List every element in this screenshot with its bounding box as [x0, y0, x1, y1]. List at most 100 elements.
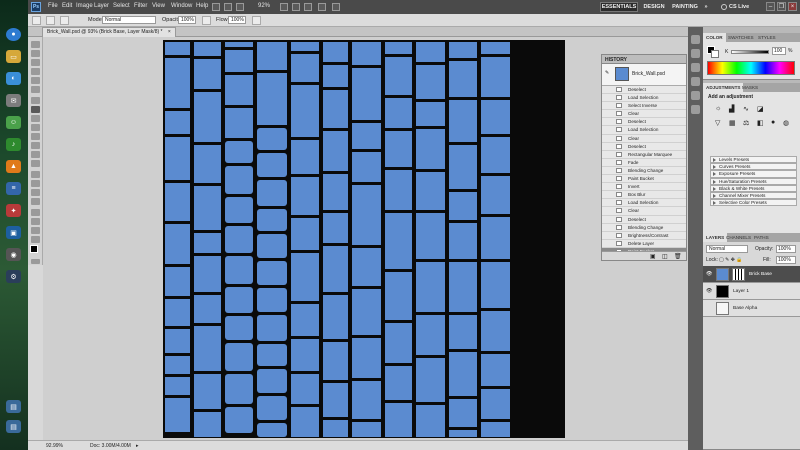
adjustment-preset-item[interactable]: Exposure Presets	[710, 170, 797, 178]
minimize-button[interactable]: –	[766, 2, 775, 11]
layer-visibility-eye-icon[interactable]: 👁	[706, 271, 712, 277]
chat-icon[interactable]: ☺	[6, 116, 21, 129]
adjustment-preset-item[interactable]: Curves Presets	[710, 163, 797, 171]
curves-icon[interactable]: ∿	[743, 105, 749, 113]
history-state[interactable]: Blending Change	[602, 167, 686, 176]
hue-saturation-icon[interactable]: ▦	[729, 119, 736, 127]
camera-icon[interactable]: ◉	[6, 248, 21, 261]
3d-orbit-tool-icon[interactable]	[31, 218, 40, 225]
quick-selection-tool-icon[interactable]	[31, 68, 40, 75]
history-state[interactable]: Paint Bucket	[602, 175, 686, 184]
screen-mode-icon[interactable]	[332, 3, 340, 11]
history-snapshot[interactable]: ✎ Brick_Wall.psd	[602, 64, 686, 86]
tray-icon[interactable]: ▤	[6, 420, 21, 433]
brick-wall-canvas[interactable]	[163, 40, 565, 438]
history-state[interactable]: Rectangular Marquee	[602, 151, 686, 159]
history-state[interactable]: Blending Change	[602, 224, 686, 232]
start-orb-icon[interactable]: ●	[6, 28, 21, 41]
delete-state-icon[interactable]: 🗑	[674, 253, 682, 260]
rotate-view-icon[interactable]	[304, 3, 312, 11]
photo-filter-icon[interactable]: ●	[771, 119, 775, 126]
history-state[interactable]: Deselect	[602, 143, 686, 151]
color-spectrum-ramp[interactable]	[707, 61, 795, 75]
status-zoom[interactable]: 92.99%	[46, 443, 63, 449]
media-player-icon[interactable]: ▲	[6, 160, 21, 173]
history-state[interactable]: Brightness/Contrast	[602, 232, 686, 240]
quick-mask-icon[interactable]	[31, 259, 40, 264]
flow-input[interactable]: 100%	[228, 16, 246, 24]
history-panel-icon[interactable]	[691, 35, 700, 44]
paragraph-panel-icon[interactable]	[691, 105, 700, 114]
adjustment-preset-item[interactable]: Hue/Saturation Presets	[710, 177, 797, 185]
mode-select[interactable]: Normal	[102, 16, 156, 24]
adjustment-preset-item[interactable]: Channel Mixer Presets	[710, 191, 797, 200]
color-balance-icon[interactable]: ⚖	[743, 119, 749, 127]
new-document-from-state-icon[interactable]: ▣	[650, 253, 656, 260]
navigator-panel-icon[interactable]	[691, 77, 700, 86]
k-channel-input[interactable]: 100	[772, 47, 786, 55]
layer-mask-thumbnail[interactable]	[732, 268, 745, 281]
color-background-swatch[interactable]	[711, 50, 719, 58]
history-state[interactable]: Select Inverse	[602, 102, 686, 111]
history-state[interactable]: Clear	[602, 207, 686, 216]
layer-row-base-alpha[interactable]: Base Alpha	[703, 300, 800, 317]
eraser-tool-icon[interactable]	[31, 133, 40, 140]
new-snapshot-icon[interactable]: ◫	[662, 253, 668, 260]
workspace-painting-button[interactable]: PAINTING	[670, 2, 700, 12]
game-icon[interactable]: ✦	[6, 204, 21, 217]
brush-panel-icon[interactable]	[60, 16, 69, 25]
history-state[interactable]: Deselect	[602, 118, 686, 127]
type-tool-icon[interactable]	[31, 180, 40, 187]
crop-tool-icon[interactable]	[31, 77, 40, 84]
eyedropper-tool-icon[interactable]	[31, 86, 40, 93]
marquee-tool-icon[interactable]	[31, 50, 40, 57]
menu-image[interactable]: Image	[76, 3, 93, 9]
foreground-color-swatch[interactable]	[30, 245, 38, 253]
close-tab-icon[interactable]: ×	[168, 29, 171, 35]
menu-select[interactable]: Select	[113, 3, 130, 9]
tab-color[interactable]: COLOR	[703, 33, 726, 42]
history-state[interactable]: Load Selection	[602, 126, 686, 135]
info-panel-icon[interactable]	[691, 63, 700, 72]
character-panel-icon[interactable]	[691, 91, 700, 100]
layer-row-brick-base[interactable]: 👁 Brick Base	[703, 266, 800, 283]
brush-tool-icon[interactable]	[31, 106, 40, 113]
adjustment-preset-item[interactable]: Levels Presets	[710, 156, 797, 164]
menu-view[interactable]: View	[152, 3, 165, 9]
close-button[interactable]: ×	[788, 2, 797, 11]
history-state[interactable]: Clear	[602, 135, 686, 143]
history-state[interactable]: Load Selection	[602, 94, 686, 103]
cs-live-button[interactable]: CS Live	[721, 2, 755, 12]
guides-icon[interactable]	[236, 3, 244, 11]
browser-icon[interactable]: ◐	[6, 72, 21, 85]
hand-icon[interactable]	[280, 3, 288, 11]
move-tool-icon[interactable]	[31, 41, 40, 48]
history-brush-source-icon[interactable]: ✎	[605, 70, 609, 76]
tab-channels[interactable]: CHANNELS	[723, 233, 754, 242]
zoom-tool-icon[interactable]	[31, 236, 40, 243]
exposure-icon[interactable]: ◪	[757, 105, 764, 113]
clone-stamp-tool-icon[interactable]	[31, 115, 40, 122]
workspace-design-button[interactable]: DESIGN	[642, 2, 666, 12]
tray-icon[interactable]: ▤	[6, 400, 21, 413]
blur-tool-icon[interactable]	[31, 151, 40, 158]
layer-blend-mode-select[interactable]: Normal	[706, 245, 748, 253]
history-state[interactable]: Invert	[602, 183, 686, 192]
hand-tool-icon[interactable]	[31, 227, 40, 234]
arrange-documents-icon[interactable]	[318, 3, 326, 11]
tab-paths[interactable]: PATHS	[751, 233, 772, 242]
adjustment-preset-item[interactable]: Black & White Presets	[710, 184, 797, 192]
document-icon[interactable]: ≡	[6, 182, 21, 195]
mini-bridge-icon[interactable]	[224, 3, 232, 11]
history-state[interactable]: Deselect	[602, 216, 686, 224]
dodge-tool-icon[interactable]	[31, 160, 40, 167]
history-state[interactable]: Fade	[602, 159, 686, 167]
workspace-essentials-button[interactable]: ESSENTIALS	[600, 2, 638, 12]
history-brush-tool-icon[interactable]	[31, 124, 40, 131]
tab-swatches[interactable]: SWATCHES	[725, 33, 757, 42]
menu-filter[interactable]: Filter	[134, 3, 147, 9]
gradient-tool-icon[interactable]	[31, 142, 40, 149]
lock-icons[interactable]: ▢ ✎ ✥ 🔒	[719, 257, 743, 263]
adjustment-preset-item[interactable]: Selective Color Presets	[710, 199, 797, 207]
brush-size-icon[interactable]	[46, 16, 55, 25]
